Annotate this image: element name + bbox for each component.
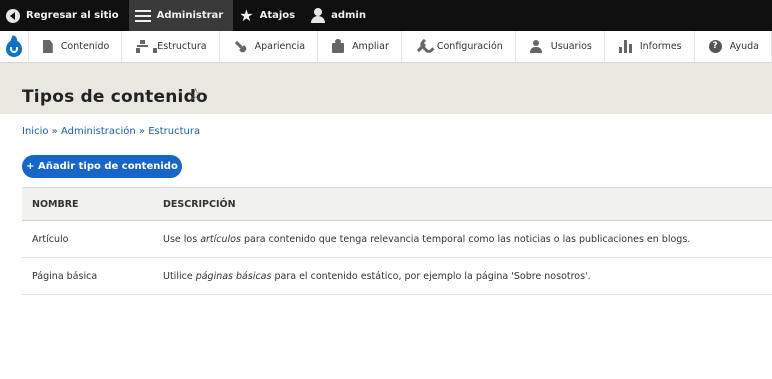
- admin-menu-tray: Contenido Estructura Apariencia Ampliar …: [0, 31, 772, 63]
- column-header-description: DESCRIPCIÓN: [163, 187, 772, 221]
- table-row: Página básica Utilice páginas básicas pa…: [22, 257, 772, 295]
- menu-item-label: Usuarios: [550, 41, 592, 52]
- star-icon: ★: [239, 5, 254, 25]
- add-shortcut-star-icon[interactable]: ☆: [188, 85, 203, 105]
- user-tab[interactable]: admin: [305, 0, 376, 31]
- menu-item-users[interactable]: Usuarios: [516, 31, 605, 62]
- page-header: Tipos de contenido ☆: [0, 63, 772, 114]
- content-type-name: Artículo: [22, 220, 163, 258]
- content-type-name: Página básica: [22, 257, 163, 295]
- shortcuts-label: Atajos: [259, 10, 296, 21]
- structure-icon: [136, 40, 158, 53]
- menu-item-help[interactable]: ? Ayuda: [695, 31, 772, 62]
- manage-tab[interactable]: Administrar: [128, 0, 234, 31]
- manage-label: Administrar: [156, 10, 224, 21]
- breadcrumb-separator: »: [51, 126, 58, 137]
- configuration-icon: [413, 37, 431, 55]
- content-type-description: Utilice páginas básicas para el contenid…: [163, 257, 772, 295]
- shortcuts-tab[interactable]: ★ Atajos: [233, 0, 305, 31]
- appearance-icon: [231, 37, 249, 55]
- content-types-table: NOMBRE DESCRIPCIÓN Artículo Use los artí…: [22, 187, 772, 295]
- drupal-drop-icon: [5, 36, 23, 58]
- column-header-name[interactable]: NOMBRE: [22, 187, 163, 221]
- description-emphasis: páginas básicas: [195, 270, 272, 282]
- description-text: Use los: [163, 233, 201, 245]
- menu-item-extend[interactable]: Ampliar: [318, 31, 402, 62]
- hamburger-menu-icon: [134, 9, 151, 22]
- admin-toolbar: Regresar al sitio Administrar ★ Atajos a…: [0, 0, 772, 31]
- table-row: Artículo Use los artículos para contenid…: [22, 220, 772, 258]
- menu-item-structure[interactable]: Estructura: [122, 31, 220, 62]
- menu-item-label: Contenido: [60, 41, 110, 52]
- back-to-site-label: Regresar al sitio: [26, 10, 119, 21]
- back-to-site-link[interactable]: Regresar al sitio: [0, 0, 129, 31]
- menu-item-label: Configuración: [436, 41, 503, 52]
- breadcrumb-link-structure[interactable]: Estructura: [148, 126, 200, 137]
- menu-item-configuration[interactable]: Configuración: [402, 31, 516, 62]
- user-label: admin: [331, 10, 366, 21]
- help-icon: ?: [708, 40, 722, 53]
- drupal-logo-link[interactable]: [0, 31, 29, 62]
- content-icon: [42, 40, 53, 53]
- add-content-type-button[interactable]: + Añadir tipo de contenido: [22, 155, 182, 178]
- breadcrumb-link-home[interactable]: Inicio: [22, 126, 48, 137]
- menu-item-reports[interactable]: Informes: [605, 31, 695, 62]
- menu-item-content[interactable]: Contenido: [29, 31, 123, 62]
- users-icon: [529, 40, 543, 53]
- breadcrumb-link-administration[interactable]: Administración: [61, 126, 136, 137]
- description-emphasis: artículos: [200, 233, 241, 245]
- menu-item-label: Ayuda: [729, 41, 759, 52]
- description-text: Utilice: [163, 270, 196, 282]
- description-text: para el contenido estático, por ejemplo …: [271, 270, 591, 282]
- reports-icon: [618, 40, 632, 53]
- extend-icon: [332, 39, 345, 53]
- page-title: Tipos de contenido: [22, 87, 208, 107]
- table-header-row: NOMBRE DESCRIPCIÓN: [22, 187, 772, 221]
- menu-item-label: Informes: [639, 41, 682, 52]
- user-icon: [311, 8, 326, 23]
- menu-item-appearance[interactable]: Apariencia: [220, 31, 319, 62]
- menu-item-label: Ampliar: [352, 41, 389, 52]
- breadcrumb-separator: »: [138, 126, 146, 137]
- breadcrumb: Inicio » Administración » Estructura: [22, 126, 200, 137]
- menu-item-label: Estructura: [157, 41, 207, 52]
- content-type-description: Use los artículos para contenido que ten…: [163, 220, 772, 258]
- menu-item-label: Apariencia: [254, 41, 306, 52]
- description-text: para contenido que tenga relevancia temp…: [240, 233, 691, 245]
- back-arrow-icon: [6, 8, 20, 23]
